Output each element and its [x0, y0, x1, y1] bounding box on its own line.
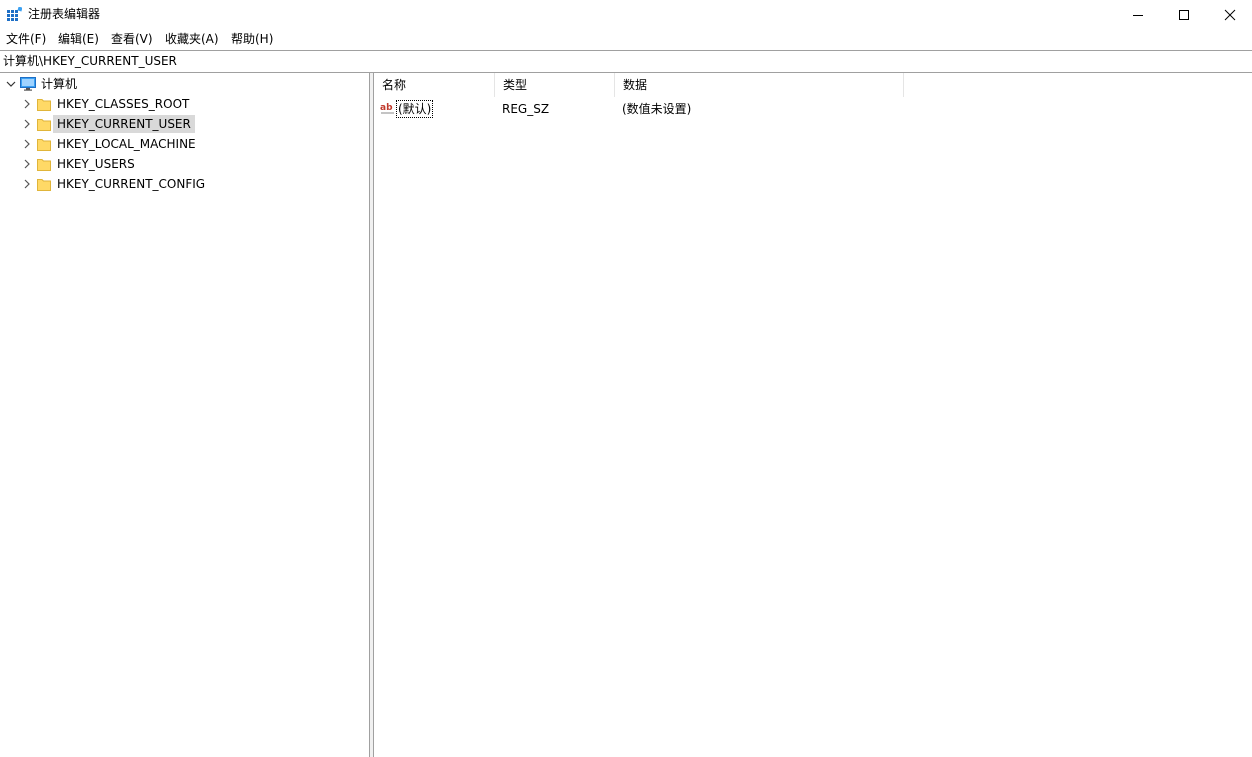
values-list[interactable]: 名称 类型 数据 ab (默认) REG_SZ (数值未设置): [374, 73, 1252, 757]
minimize-button[interactable]: [1115, 0, 1161, 29]
menu-help[interactable]: 帮助(H): [230, 31, 274, 47]
tree-item-hkey-current-config[interactable]: HKEY_CURRENT_CONFIG: [0, 174, 369, 194]
column-header-data[interactable]: 数据: [615, 73, 904, 97]
menu-view[interactable]: 查看(V): [110, 31, 154, 47]
tree-pane[interactable]: 计算机 HKEY_CLASSES_ROOT HKEY_CURRENT_USER …: [0, 73, 369, 757]
value-data: (数值未设置): [622, 102, 692, 116]
value-name[interactable]: (默认): [396, 100, 434, 118]
minimize-icon: [1133, 14, 1143, 16]
folder-icon: [37, 99, 51, 111]
maximize-button[interactable]: [1161, 0, 1207, 29]
tree-item-hkey-current-user[interactable]: HKEY_CURRENT_USER: [0, 114, 369, 134]
folder-icon: [37, 139, 51, 151]
chevron-right-icon[interactable]: [22, 179, 32, 189]
tree-label-hkey-classes-root[interactable]: HKEY_CLASSES_ROOT: [53, 95, 193, 113]
tree-label-hkey-users[interactable]: HKEY_USERS: [53, 155, 139, 173]
tree-label-computer[interactable]: 计算机: [37, 75, 81, 93]
menu-bar: 文件(F) 编辑(E) 查看(V) 收藏夹(A) 帮助(H): [0, 29, 1252, 49]
string-value-icon: ab: [380, 103, 394, 114]
tree-label-hkey-current-config[interactable]: HKEY_CURRENT_CONFIG: [53, 175, 209, 193]
registry-editor-icon: [7, 7, 22, 21]
tree-item-hkey-classes-root[interactable]: HKEY_CLASSES_ROOT: [0, 94, 369, 114]
address-path[interactable]: 计算机\HKEY_CURRENT_USER: [3, 54, 177, 69]
value-type: REG_SZ: [502, 102, 550, 116]
menu-edit[interactable]: 编辑(E): [57, 31, 100, 47]
chevron-right-icon[interactable]: [22, 119, 32, 129]
column-header-type[interactable]: 类型: [495, 73, 615, 97]
computer-icon: [20, 77, 36, 91]
table-row[interactable]: ab (默认) REG_SZ (数值未设置): [374, 100, 1252, 118]
chevron-down-icon[interactable]: [6, 79, 16, 89]
column-header-name[interactable]: 名称: [374, 73, 495, 97]
window-title: 注册表编辑器: [28, 7, 101, 21]
tree-label-hkey-current-user[interactable]: HKEY_CURRENT_USER: [53, 115, 195, 133]
close-icon: [1224, 9, 1236, 20]
tree-item-hkey-users[interactable]: HKEY_USERS: [0, 154, 369, 174]
chevron-right-icon[interactable]: [22, 99, 32, 109]
tree-label-hkey-local-machine[interactable]: HKEY_LOCAL_MACHINE: [53, 135, 200, 153]
close-button[interactable]: [1207, 0, 1252, 29]
address-bar[interactable]: 计算机\HKEY_CURRENT_USER: [0, 50, 1252, 73]
chevron-right-icon[interactable]: [22, 139, 32, 149]
folder-icon: [37, 179, 51, 191]
folder-icon: [37, 159, 51, 171]
tree-item-computer[interactable]: 计算机: [0, 74, 369, 94]
maximize-icon: [1179, 9, 1189, 20]
folder-icon: [37, 119, 51, 131]
chevron-right-icon[interactable]: [22, 159, 32, 169]
menu-favorites[interactable]: 收藏夹(A): [164, 31, 220, 47]
svg-text:ab: ab: [380, 103, 393, 113]
title-bar: 注册表编辑器: [0, 0, 1252, 29]
tree-item-hkey-local-machine[interactable]: HKEY_LOCAL_MACHINE: [0, 134, 369, 154]
menu-file[interactable]: 文件(F): [5, 31, 47, 47]
